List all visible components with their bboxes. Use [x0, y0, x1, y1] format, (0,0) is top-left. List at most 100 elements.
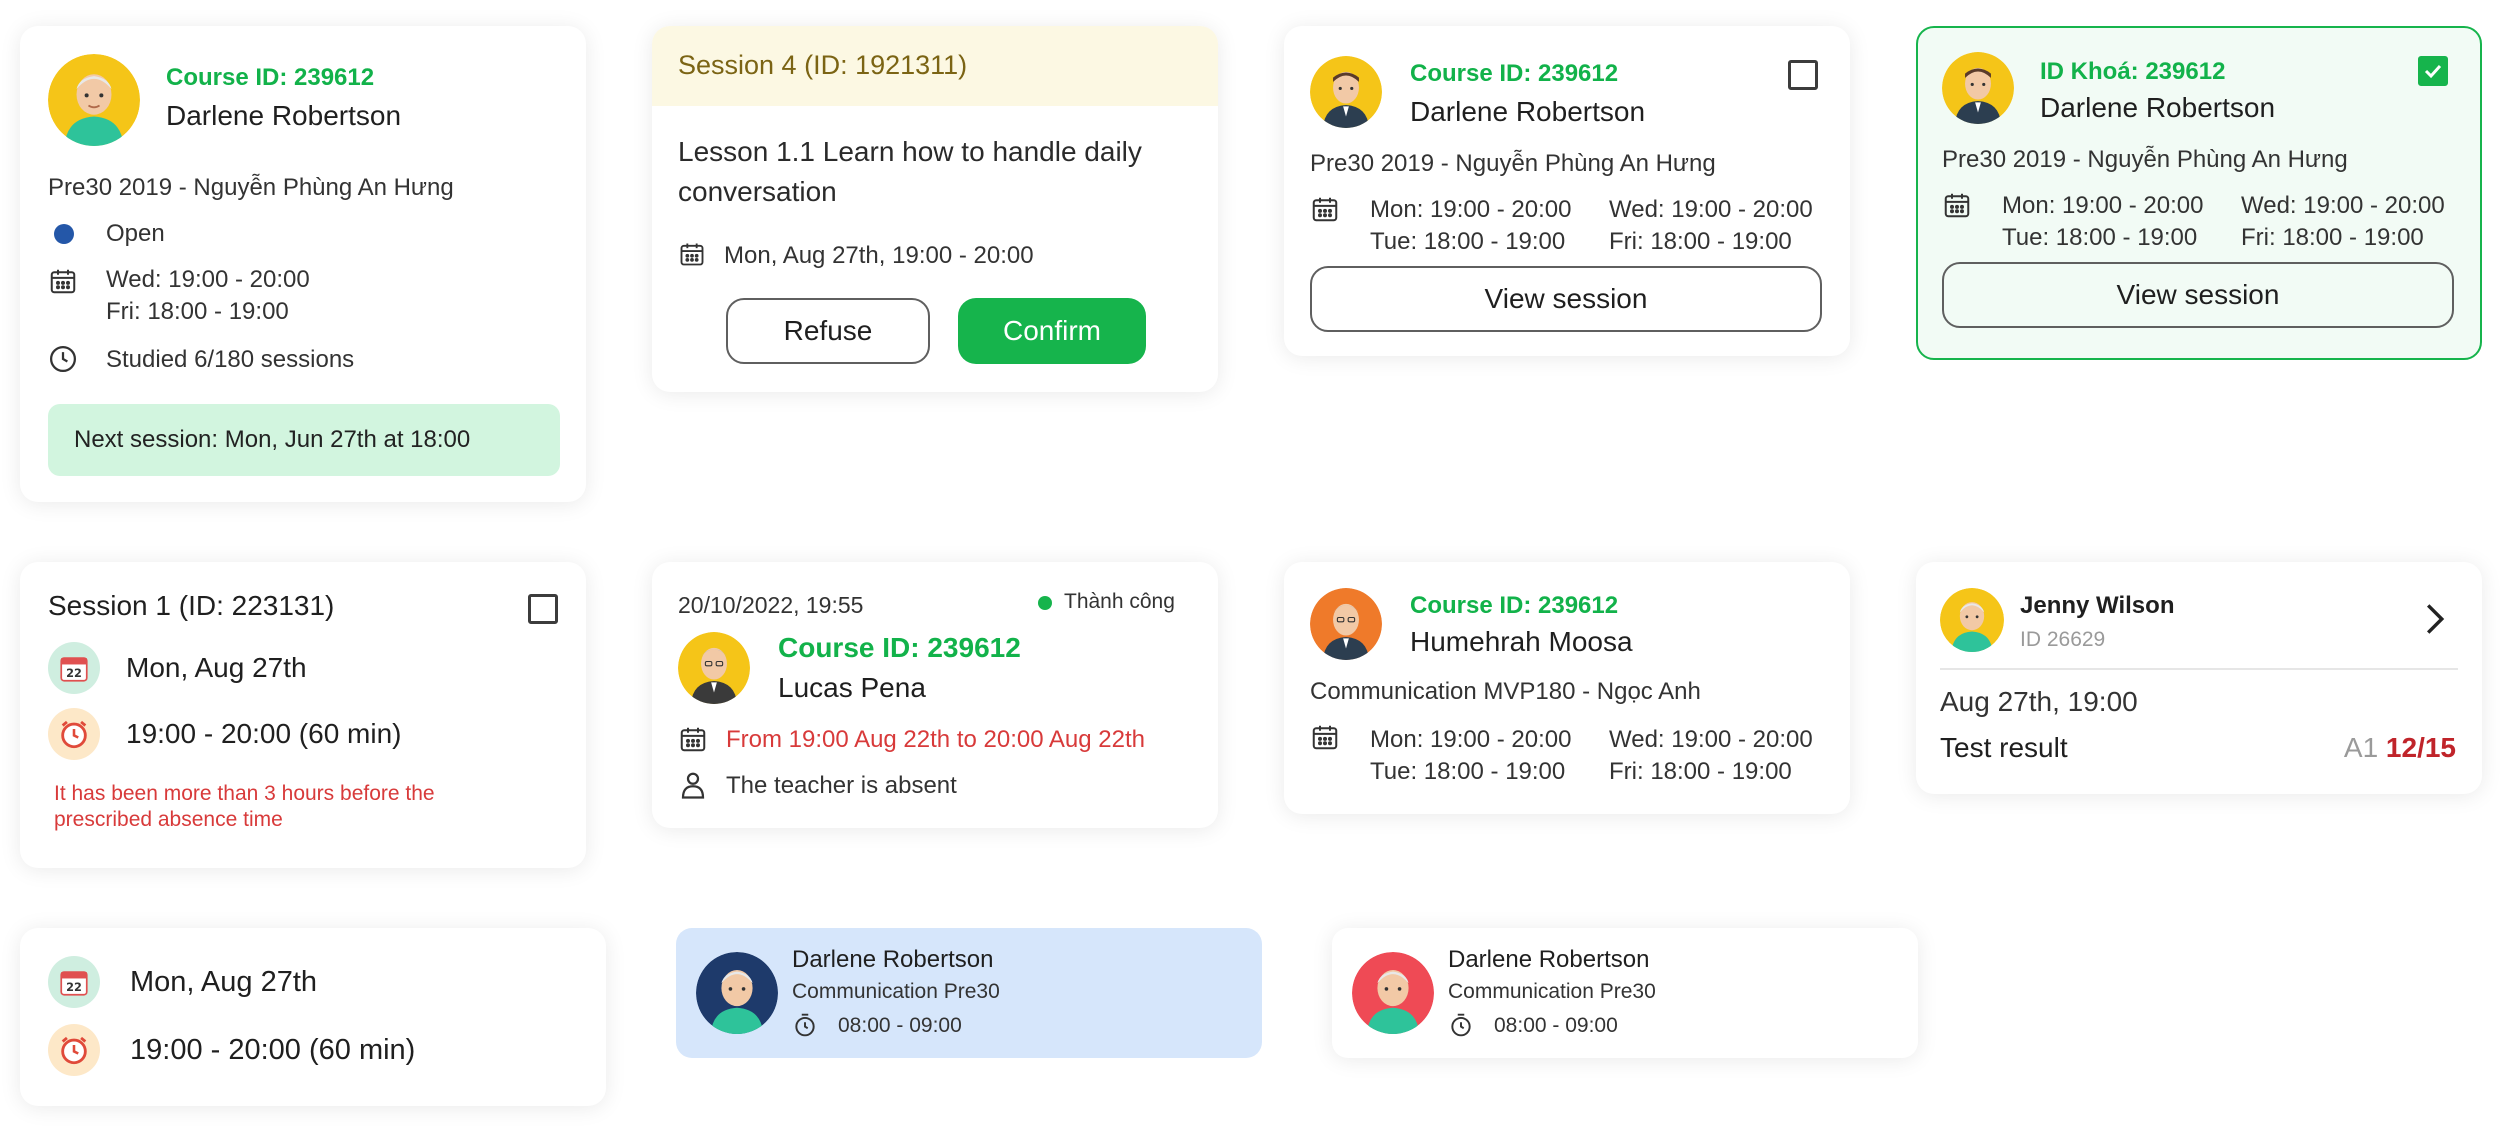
avatar — [1940, 588, 2004, 652]
course-name: Pre30 2019 - Nguyễn Phùng An Hưng — [48, 174, 454, 201]
course-id: Course ID: 239612 — [1410, 60, 1619, 87]
calendar-icon — [678, 240, 706, 268]
session-request-card[interactable]: Session 4 (ID: 1921311) Lesson 1.1 Learn… — [652, 26, 1218, 392]
calendar-badge-icon: 22 — [48, 956, 100, 1008]
svg-text:22: 22 — [66, 666, 82, 680]
course-name: Communication MVP180 - Ngọc Anh — [1310, 678, 1701, 705]
schedule-line: Tue: 18:00 - 19:00 — [1370, 228, 1566, 255]
avatar — [1352, 952, 1434, 1034]
student-name: Jenny Wilson — [2020, 592, 2175, 619]
warning-text: prescribed absence time — [54, 808, 283, 831]
confirm-button[interactable]: Confirm — [958, 298, 1146, 364]
course-name: Communication Pre30 — [1448, 980, 1656, 1003]
session-date: Mon, Aug 27th, 19:00 - 20:00 — [724, 242, 1034, 269]
next-session-text: Next session: Mon, Jun 27th at 18:00 — [74, 426, 471, 453]
absence-range: From 19:00 Aug 22th to 20:00 Aug 22th — [726, 726, 1145, 753]
course-card[interactable]: Course ID: 239612 Darlene Robertson Pre3… — [20, 26, 586, 502]
avatar — [1310, 56, 1382, 128]
session-title: Session 4 (ID: 1921311) — [678, 50, 968, 80]
chevron-right-icon[interactable] — [2424, 602, 2446, 636]
calendar-icon — [1310, 722, 1340, 752]
alarm-clock-badge-icon — [48, 1024, 100, 1076]
student-session-item[interactable]: Darlene Robertson Communication Pre30 08… — [1332, 928, 1918, 1058]
warning-text: It has been more than 3 hours before the — [54, 782, 435, 805]
stopwatch-icon — [792, 1012, 818, 1038]
stopwatch-icon — [1448, 1012, 1474, 1038]
student-name: Darlene Robertson — [2040, 92, 2276, 123]
schedule-line: Fri: 18:00 - 19:00 — [1609, 228, 1792, 255]
calendar-icon — [678, 724, 708, 754]
course-card-selected[interactable]: ID Khoá: 239612 Darlene Robertson Pre30 … — [1916, 26, 2482, 360]
course-name: Communication Pre30 — [792, 980, 1000, 1003]
session-time: 19:00 - 20:00 (60 min) — [130, 1034, 416, 1066]
course-name: Pre30 2019 - Nguyễn Phùng An Hưng — [1942, 146, 2348, 173]
view-session-button[interactable]: View session — [1310, 266, 1822, 332]
course-id: Course ID: 239612 — [778, 632, 1021, 663]
schedule-line: Wed: 19:00 - 20:00 — [1609, 196, 1813, 223]
avatar — [1942, 52, 2014, 124]
studied-count: Studied 6/180 sessions — [106, 346, 355, 373]
divider — [1940, 668, 2458, 670]
status-text: Thành công — [1064, 590, 1175, 613]
test-result-card[interactable]: Jenny Wilson ID 26629 Aug 27th, 19:00 Te… — [1916, 562, 2482, 794]
schedule-line: Mon: 19:00 - 20:00 — [2002, 192, 2204, 219]
test-score: A1 12/15 — [2344, 732, 2456, 764]
test-score-value: 12/15 — [2385, 732, 2456, 763]
avatar — [696, 952, 778, 1034]
status-dot-icon — [1038, 596, 1052, 610]
checkbox-icon[interactable] — [1788, 60, 1818, 90]
session-time: 19:00 - 20:00 (60 min) — [126, 718, 402, 749]
schedule-line: Fri: 18:00 - 19:00 — [2241, 224, 2424, 251]
avatar — [678, 632, 750, 704]
schedule-line: Mon: 19:00 - 20:00 — [1370, 726, 1572, 753]
student-name: Darlene Robertson — [792, 946, 994, 973]
clock-icon — [48, 344, 78, 374]
test-level: A1 — [2343, 732, 2379, 763]
session-title: Session 1 (ID: 223131) — [48, 590, 335, 621]
session-date: Mon, Aug 27th — [130, 966, 318, 998]
student-session-item-selected[interactable]: Darlene Robertson Communication Pre30 08… — [676, 928, 1262, 1058]
schedule-line: Fri: 18:00 - 19:00 — [1609, 758, 1792, 785]
calendar-badge-icon: 22 — [48, 642, 100, 694]
teacher-name: Lucas Pena — [778, 672, 926, 703]
lesson-title: conversation — [678, 176, 837, 207]
absence-reason: The teacher is absent — [726, 772, 957, 799]
schedule-line: Mon: 19:00 - 20:00 — [1370, 196, 1572, 223]
test-result-label: Test result — [1940, 732, 2068, 763]
session-time-card[interactable]: 22 Mon, Aug 27th 19:00 - 20:00 (60 min) — [20, 928, 606, 1106]
request-datetime: 20/10/2022, 19:55 — [678, 592, 864, 618]
absence-request-card[interactable]: 20/10/2022, 19:55 Thành công Course ID: … — [652, 562, 1218, 828]
course-id: ID Khoá: 239612 — [2040, 58, 2226, 85]
status-text: Open — [106, 220, 165, 247]
svg-text:22: 22 — [66, 980, 82, 994]
checkbox-icon[interactable] — [528, 594, 558, 624]
schedule-line: Tue: 18:00 - 19:00 — [2002, 224, 2198, 251]
refuse-button[interactable]: Refuse — [726, 298, 930, 364]
course-card[interactable]: Course ID: 239612 Darlene Robertson Pre3… — [1284, 26, 1850, 356]
person-icon — [678, 770, 708, 800]
calendar-icon — [1310, 194, 1340, 224]
alarm-clock-badge-icon — [48, 708, 100, 760]
calendar-icon — [48, 266, 78, 296]
schedule-line: Wed: 19:00 - 20:00 — [106, 266, 310, 293]
status-dot-icon — [54, 224, 74, 244]
session-date: Mon, Aug 27th — [126, 652, 307, 683]
course-id: Course ID: 239612 — [1410, 592, 1619, 619]
student-name: Darlene Robertson — [1448, 946, 1650, 973]
course-card[interactable]: Course ID: 239612 Humehrah Moosa Communi… — [1284, 562, 1850, 814]
session-time: 08:00 - 09:00 — [838, 1014, 962, 1037]
lesson-title: Lesson 1.1 Learn how to handle daily — [678, 136, 1142, 167]
view-session-button[interactable]: View session — [1942, 262, 2454, 328]
session-time: 08:00 - 09:00 — [1494, 1014, 1618, 1037]
avatar — [1310, 588, 1382, 660]
schedule-line: Fri: 18:00 - 19:00 — [106, 298, 289, 325]
course-id: Course ID: 239612 — [166, 64, 375, 91]
course-name: Pre30 2019 - Nguyễn Phùng An Hưng — [1310, 150, 1716, 177]
session-absence-card[interactable]: Session 1 (ID: 223131) 22 Mon, Aug 27th … — [20, 562, 586, 868]
checkbox-checked-icon[interactable] — [2418, 56, 2448, 86]
student-name: Darlene Robertson — [166, 100, 402, 131]
schedule-line: Tue: 18:00 - 19:00 — [1370, 758, 1566, 785]
avatar — [48, 54, 140, 146]
student-name: Humehrah Moosa — [1410, 626, 1633, 657]
test-date: Aug 27th, 19:00 — [1940, 686, 2138, 717]
